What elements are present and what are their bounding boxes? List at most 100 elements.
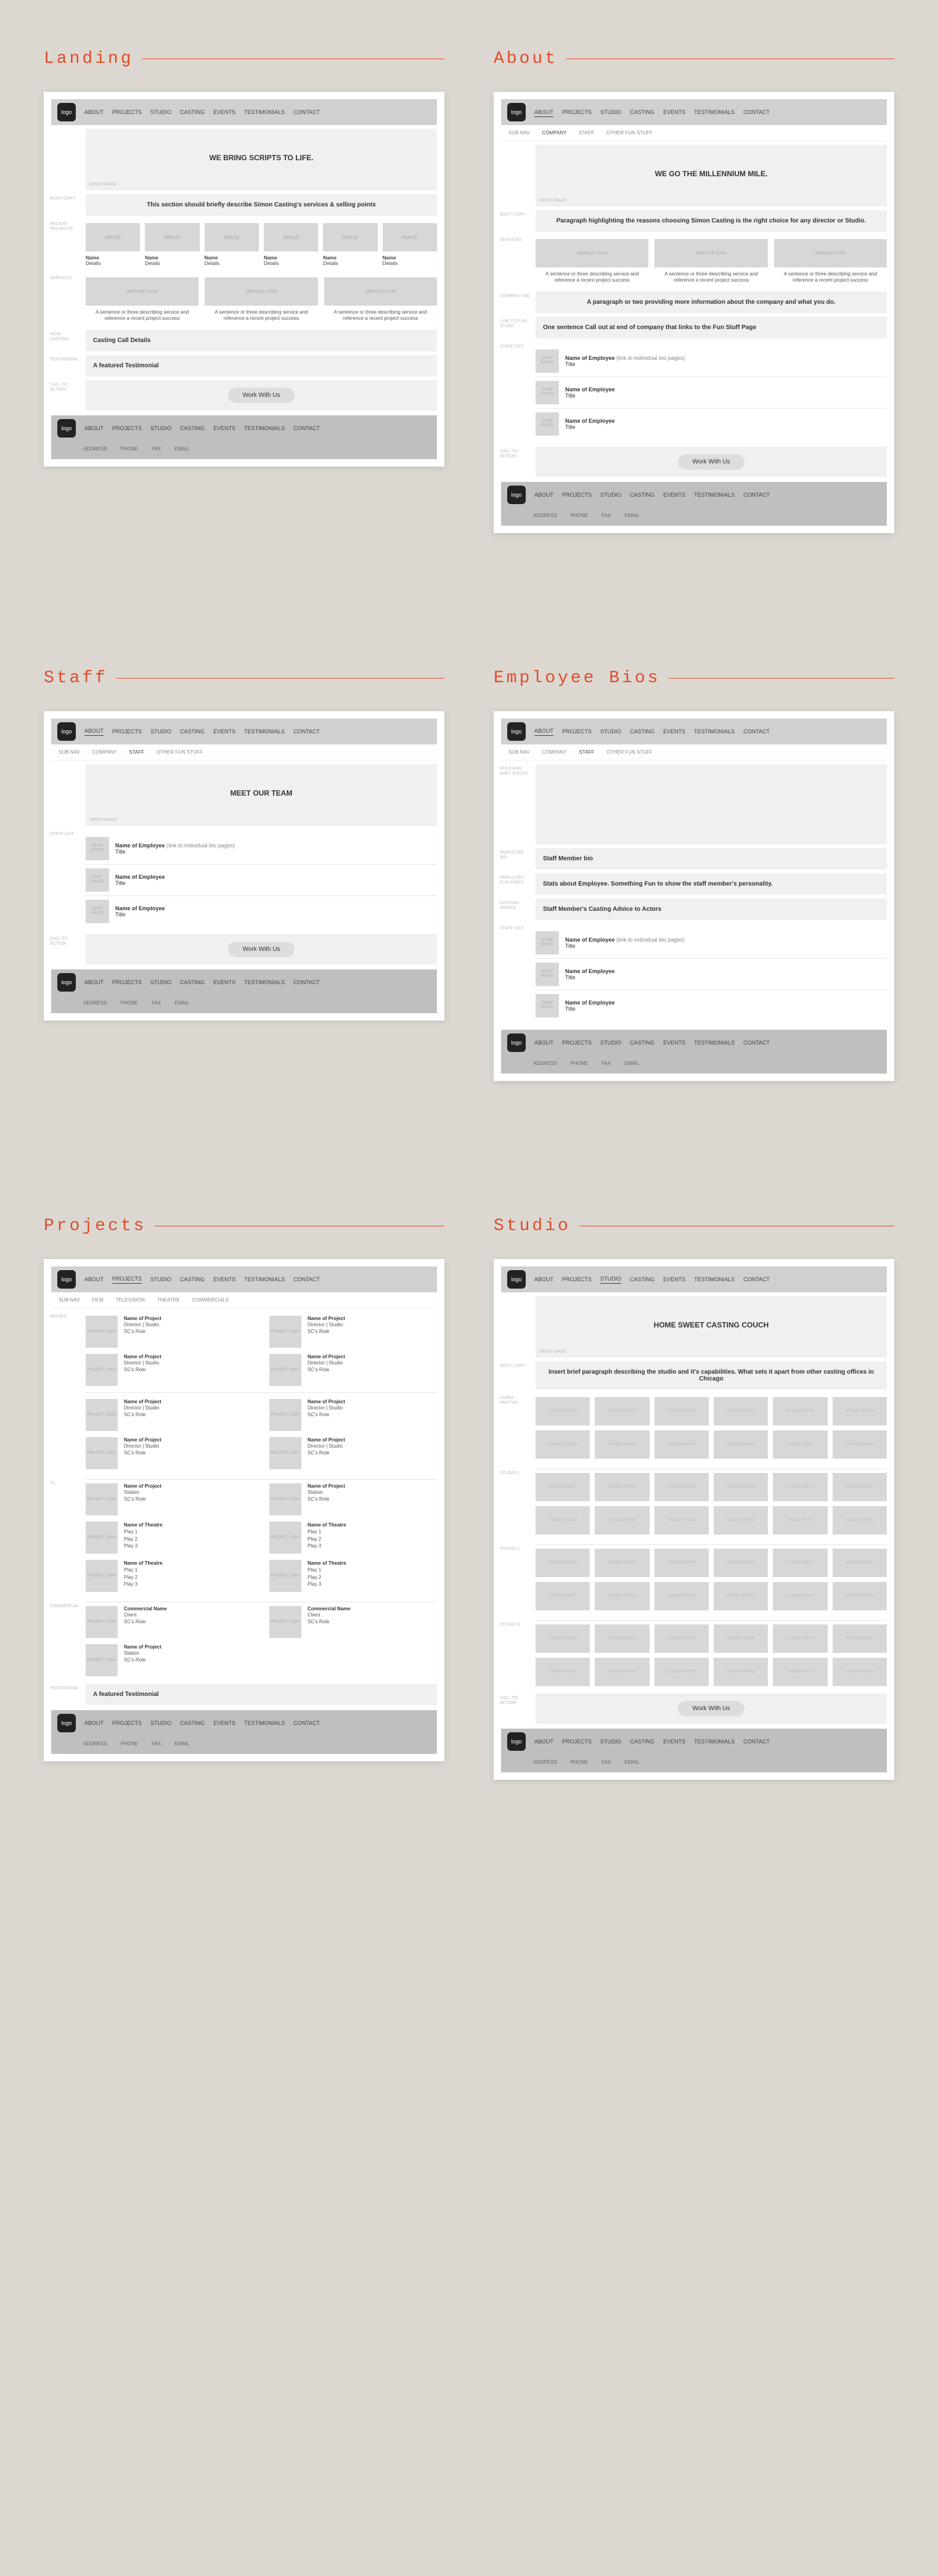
nav-about[interactable]: ABOUT xyxy=(84,727,104,736)
footer-nav-item[interactable]: PROJECTS xyxy=(562,1737,592,1746)
nav-item[interactable]: CONTACT xyxy=(293,727,320,736)
nav-contact[interactable]: CONTACT xyxy=(743,108,770,116)
footer-nav-testimonials[interactable]: TESTIMONIALS xyxy=(244,424,285,433)
nav-item[interactable]: CASTING xyxy=(630,1275,655,1284)
subnav-commercials[interactable]: COMMERCIALS xyxy=(192,1297,229,1303)
subnav-company[interactable]: COMPANY xyxy=(542,130,567,136)
project-item[interactable]: PROJECT LOGOName of ProjectDirector | St… xyxy=(86,1437,253,1469)
footer-nav-item[interactable]: CONTACT xyxy=(743,491,770,499)
nav-item[interactable]: STUDIO xyxy=(150,1275,171,1284)
theatre-item[interactable]: PROJECT LOGOName of TheatrePlay 1Play 2P… xyxy=(86,1560,253,1592)
nav-item[interactable]: TESTIMONIALS xyxy=(694,1275,735,1284)
work-with-us-button[interactable]: Work With Us xyxy=(678,454,745,470)
footer-nav-item[interactable]: TESTIMONIALS xyxy=(244,1719,285,1727)
footer-nav-item[interactable]: STUDIO xyxy=(600,1038,621,1047)
nav-projects[interactable]: PROJECTS xyxy=(112,108,142,116)
fun-link[interactable]: One sentence Call out at end of company … xyxy=(536,317,887,338)
nav-item[interactable]: EVENTS xyxy=(663,1275,685,1284)
footer-nav-item[interactable]: EVENTS xyxy=(213,978,235,987)
logo[interactable]: logo xyxy=(507,1270,526,1289)
project-item[interactable]: PROJECT LOGOName of ProjectDirector | St… xyxy=(269,1354,437,1386)
staff-item[interactable]: STAFF PHOTOName of EmployeeTitle xyxy=(86,864,437,895)
footer-nav-item[interactable]: STUDIO xyxy=(600,1737,621,1746)
footer-nav-item[interactable]: PROJECTS xyxy=(562,1038,592,1047)
nav-item[interactable]: ABOUT xyxy=(534,1275,553,1284)
footer-nav-item[interactable]: CONTACT xyxy=(293,978,320,987)
footer-nav-item[interactable]: STUDIO xyxy=(150,978,171,987)
footer-nav-item[interactable]: TESTIMONIALS xyxy=(694,1737,735,1746)
subnav-fun[interactable]: OTHER FUN STUFF xyxy=(157,749,203,755)
staff-item[interactable]: STAFF PHOTOName of EmployeeTitle xyxy=(86,895,437,927)
theatre-item[interactable]: PROJECT LOGOName of TheatrePlay 1Play 2P… xyxy=(269,1560,437,1592)
project-item[interactable]: PROJECT LOGOName of ProjectStationSC's R… xyxy=(86,1644,253,1676)
nav-item[interactable]: CONTACT xyxy=(743,1275,770,1284)
nav-casting[interactable]: CASTING xyxy=(630,108,655,116)
nav-events[interactable]: EVENTS xyxy=(663,108,685,116)
work-with-us-button[interactable]: Work With Us xyxy=(228,942,295,957)
subnav-company[interactable]: COMPANY xyxy=(92,749,117,755)
subnav-staff[interactable]: STAFF xyxy=(579,749,594,755)
footer-nav-item[interactable]: ABOUT xyxy=(534,1737,553,1746)
footer-nav-item[interactable]: CONTACT xyxy=(743,1038,770,1047)
footer-nav-item[interactable]: CASTING xyxy=(630,1737,655,1746)
nav-item[interactable]: CASTING xyxy=(180,1275,205,1284)
logo[interactable]: logo xyxy=(57,1714,76,1732)
project-item[interactable]: PROJECT LOGOName of ProjectStationSC's R… xyxy=(86,1483,253,1515)
nav-item[interactable]: TESTIMONIALS xyxy=(244,727,285,736)
footer-nav-item[interactable]: ABOUT xyxy=(84,1719,104,1727)
theatre-item[interactable]: PROJECT LOGOName of TheatrePlay 1Play 2P… xyxy=(86,1522,253,1554)
nav-casting[interactable]: CASTING xyxy=(180,108,205,116)
footer-nav-about[interactable]: ABOUT xyxy=(84,424,104,433)
nav-item[interactable]: EVENTS xyxy=(663,727,685,736)
nav-item[interactable]: TESTIMONIALS xyxy=(244,1275,285,1284)
nav-studio[interactable]: STUDIO xyxy=(150,108,171,116)
footer-nav-item[interactable]: CASTING xyxy=(630,491,655,499)
nav-item[interactable]: STUDIO xyxy=(150,727,171,736)
work-with-us-button[interactable]: Work With Us xyxy=(678,1701,745,1716)
project-item[interactable]: PROJECT LOGOName of ProjectDirector | St… xyxy=(86,1354,253,1386)
footer-nav-item[interactable]: PROJECTS xyxy=(112,978,142,987)
nav-item[interactable]: CASTING xyxy=(180,727,205,736)
logo[interactable]: logo xyxy=(507,1033,526,1052)
nav-about[interactable]: ABOUT xyxy=(84,108,104,116)
footer-nav-item[interactable]: ABOUT xyxy=(534,491,553,499)
theatre-item[interactable]: PROJECT LOGOName of TheatrePlay 1Play 2P… xyxy=(269,1522,437,1554)
nav-testimonials[interactable]: TESTIMONIALS xyxy=(244,108,285,116)
staff-item[interactable]: STAFF PHOTOName of EmployeeTitle xyxy=(536,408,887,439)
nav-item[interactable]: PROJECTS xyxy=(112,727,142,736)
project-item[interactable]: PROJECT LOGOCommercial NameClientSC's Ro… xyxy=(86,1606,253,1638)
nav-studio[interactable]: STUDIO xyxy=(600,1274,621,1284)
project-item[interactable]: PROJECT LOGOName of ProjectDirector | St… xyxy=(269,1437,437,1469)
staff-item[interactable]: STAFF PHOTOName of Employee (link to ind… xyxy=(86,833,437,864)
nav-item[interactable]: PROJECTS xyxy=(562,1275,592,1284)
logo[interactable]: logo xyxy=(507,722,526,741)
footer-nav-item[interactable]: PROJECTS xyxy=(112,1719,142,1727)
logo[interactable]: logo xyxy=(57,973,76,992)
subnav-theatre[interactable]: THEATRE xyxy=(157,1297,180,1303)
nav-item[interactable]: CONTACT xyxy=(293,1275,320,1284)
subnav-company[interactable]: COMPANY xyxy=(542,749,567,755)
nav-projects[interactable]: PROJECTS xyxy=(562,108,592,116)
logo[interactable]: logo xyxy=(507,486,526,504)
footer-nav-item[interactable]: EVENTS xyxy=(663,491,685,499)
footer-nav-item[interactable]: CONTACT xyxy=(293,1719,320,1727)
nav-item[interactable]: EVENTS xyxy=(213,1275,235,1284)
subnav-tv[interactable]: TELEVISION xyxy=(116,1297,145,1303)
nav-about[interactable]: ABOUT xyxy=(534,108,553,117)
footer-nav-item[interactable]: EVENTS xyxy=(213,1719,235,1727)
logo[interactable]: logo xyxy=(507,103,526,121)
nav-item[interactable]: CASTING xyxy=(630,727,655,736)
footer-nav-item[interactable]: PROJECTS xyxy=(562,491,592,499)
footer-nav-item[interactable]: TESTIMONIALS xyxy=(244,978,285,987)
footer-nav-item[interactable]: CASTING xyxy=(630,1038,655,1047)
footer-nav-item[interactable]: CASTING xyxy=(180,978,205,987)
logo[interactable]: logo xyxy=(57,419,76,438)
nav-about[interactable]: ABOUT xyxy=(534,727,553,736)
footer-nav-studio[interactable]: STUDIO xyxy=(150,424,171,433)
subnav-fun[interactable]: OTHER FUN STUFF xyxy=(606,749,653,755)
footer-nav-item[interactable]: TESTIMONIALS xyxy=(694,1038,735,1047)
nav-item[interactable]: TESTIMONIALS xyxy=(694,727,735,736)
footer-nav-item[interactable]: STUDIO xyxy=(600,491,621,499)
nav-events[interactable]: EVENTS xyxy=(213,108,235,116)
nav-projects[interactable]: PROJECTS xyxy=(112,1274,142,1284)
